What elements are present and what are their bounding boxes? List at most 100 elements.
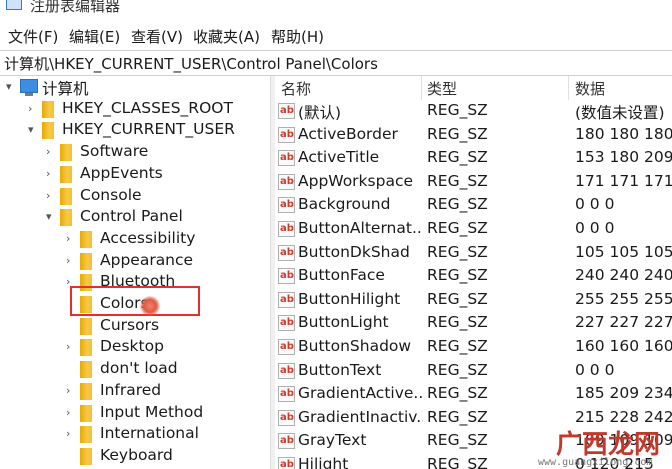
tree-item-label: Control Panel	[80, 207, 183, 226]
tree-item-label: don't load	[100, 359, 178, 378]
value-row[interactable]: ab AppWorkspace REG_SZ 171 171 171	[275, 171, 672, 194]
value-row[interactable]: ab ButtonFace REG_SZ 240 240 240	[275, 265, 672, 288]
value-row[interactable]: ab ActiveBorder REG_SZ 180 180 180	[275, 124, 672, 147]
string-value-icon: ab	[278, 244, 295, 261]
string-value-icon: ab	[278, 173, 295, 190]
tree-item-accessibility[interactable]: › Accessibility	[0, 228, 270, 250]
chevron-right-icon[interactable]: ›	[66, 384, 70, 397]
folder-icon	[80, 252, 92, 270]
tree-item-software[interactable]: › Software	[0, 141, 270, 163]
chevron-right-icon[interactable]: ›	[66, 427, 70, 440]
value-row[interactable]: ab ActiveTitle REG_SZ 153 180 209	[275, 147, 672, 170]
menu-edit[interactable]: 编辑(E)	[69, 26, 120, 47]
value-name: AppWorkspace	[298, 171, 414, 190]
string-value-icon-text: ab	[280, 175, 294, 187]
value-row[interactable]: ab Background REG_SZ 0 0 0	[275, 194, 672, 217]
value-name: ButtonText	[298, 360, 382, 379]
chevron-down-icon[interactable]: ▾	[28, 123, 34, 136]
column-divider[interactable]	[568, 76, 569, 100]
value-name: Background	[298, 195, 391, 214]
value-type: REG_SZ	[427, 407, 488, 426]
value-row[interactable]: ab GradientActive... REG_SZ 185 209 234	[275, 383, 672, 406]
column-header-name[interactable]: 名称	[281, 78, 311, 99]
folder-icon	[60, 144, 72, 162]
folder-icon	[80, 339, 92, 357]
menu-help[interactable]: 帮助(H)	[271, 26, 324, 47]
string-value-icon: ab	[278, 291, 295, 308]
chevron-down-icon[interactable]: ▾	[46, 210, 52, 223]
address-path[interactable]: 计算机\HKEY_CURRENT_USER\Control Panel\Colo…	[4, 53, 378, 74]
tree-item-hkey-classes-root[interactable]: › HKEY_CLASSES_ROOT	[0, 98, 270, 120]
chevron-right-icon[interactable]: ›	[46, 167, 50, 180]
value-row[interactable]: ab ButtonHilight REG_SZ 255 255 255	[275, 289, 672, 312]
tree-item-cursors[interactable]: Cursors	[0, 315, 270, 337]
chevron-right-icon[interactable]: ›	[66, 232, 70, 245]
column-header-data[interactable]: 数据	[575, 78, 605, 99]
value-row[interactable]: ab ButtonAlternat... REG_SZ 0 0 0	[275, 218, 672, 241]
value-list[interactable]: 名称 类型 数据 ab (默认) REG_SZ (数值未设置) ab ActiveBord…	[275, 76, 672, 469]
value-type: REG_SZ	[427, 337, 488, 355]
string-value-icon-text: ab	[280, 105, 294, 116]
chevron-right-icon[interactable]: ›	[66, 254, 70, 267]
value-row[interactable]: ab ButtonShadow REG_SZ 160 160 160	[275, 336, 672, 359]
tree-item-keyboard[interactable]: Keyboard	[0, 445, 270, 467]
chevron-right-icon[interactable]: ›	[46, 189, 50, 202]
registry-tree[interactable]: ▾ 计算机 › HKEY_CLASSES_ROOT ▾ HKEY_CURRENT_USER…	[0, 76, 270, 469]
chevron-down-icon[interactable]: ▾	[6, 80, 12, 93]
value-type: REG_SZ	[427, 101, 488, 119]
window-title: 注册表编辑器	[30, 0, 121, 15]
tree-item-appearance[interactable]: › Appearance	[0, 250, 270, 272]
tree-item-label: Infrared	[100, 380, 162, 399]
value-data: 240 240 240	[575, 266, 672, 285]
tree-item-infrared[interactable]: › Infrared	[0, 380, 270, 402]
value-row[interactable]: ab ButtonLight REG_SZ 227 227 227	[275, 312, 672, 335]
string-value-icon-text: ab	[280, 341, 294, 352]
column-header-type[interactable]: 类型	[427, 78, 457, 99]
tree-item-input-method[interactable]: › Input Method	[0, 402, 270, 424]
folder-icon	[80, 317, 92, 335]
chevron-right-icon[interactable]: ›	[46, 145, 50, 158]
tree-item-don-t-load[interactable]: don't load	[0, 358, 270, 380]
menu-favorites[interactable]: 收藏夹(A)	[193, 26, 260, 47]
watermark-url: www.guangxilong.com	[538, 457, 653, 468]
tree-item-computer[interactable]: ▾ 计算机	[0, 76, 270, 98]
tree-item-desktop[interactable]: › Desktop	[0, 336, 270, 358]
menu-view[interactable]: 查看(V)	[131, 26, 183, 47]
string-value-icon: ab	[278, 315, 295, 332]
value-name: GradientInactiv...	[298, 407, 423, 426]
menu-file[interactable]: 文件(F)	[8, 26, 58, 47]
folder-icon	[80, 361, 92, 379]
string-value-icon: ab	[278, 433, 295, 450]
string-value-icon-text: ab	[280, 435, 294, 447]
tree-item-label: Console	[80, 185, 142, 204]
address-bar[interactable]: 计算机\HKEY_CURRENT_USER\Control Panel\Colo…	[0, 50, 672, 76]
chevron-right-icon[interactable]: ›	[66, 340, 70, 353]
value-type: REG_SZ	[427, 148, 488, 167]
tree-item-hkey-current-user[interactable]: ▾ HKEY_CURRENT_USER	[0, 119, 270, 141]
value-row[interactable]: ab ButtonDkShad REG_SZ 105 105 105	[275, 242, 672, 265]
value-row[interactable]: ab ButtonText REG_SZ 0 0 0	[275, 360, 672, 383]
string-value-icon: ab	[278, 386, 295, 403]
chevron-right-icon[interactable]: ›	[66, 406, 70, 419]
tree-item-label: HKEY_CLASSES_ROOT	[62, 98, 233, 117]
value-row[interactable]: ab (默认) REG_SZ (数值未设置)	[275, 100, 672, 123]
string-value-icon-text: ab	[280, 246, 294, 258]
tree-item-label: AppEvents	[80, 163, 163, 182]
string-value-icon-text: ab	[280, 199, 294, 211]
mouse-cursor-indicator	[140, 296, 160, 316]
tree-item-console[interactable]: › Console	[0, 185, 270, 207]
string-value-icon-text: ab	[280, 293, 294, 305]
value-name: GrayText	[298, 431, 367, 450]
tree-item-international[interactable]: › International	[0, 423, 270, 445]
string-value-icon: ab	[278, 197, 295, 214]
string-value-icon-text: ab	[280, 364, 294, 376]
folder-icon	[42, 122, 54, 140]
chevron-right-icon[interactable]: ›	[28, 102, 32, 115]
column-divider[interactable]	[421, 76, 422, 100]
tree-item-control-panel[interactable]: ▾ Control Panel	[0, 206, 270, 228]
value-name: ButtonFace	[298, 266, 385, 285]
value-name: Hilight	[298, 455, 349, 469]
tree-item-appevents[interactable]: › AppEvents	[0, 163, 270, 185]
string-value-icon: ab	[278, 126, 295, 143]
folder-icon	[80, 447, 92, 465]
